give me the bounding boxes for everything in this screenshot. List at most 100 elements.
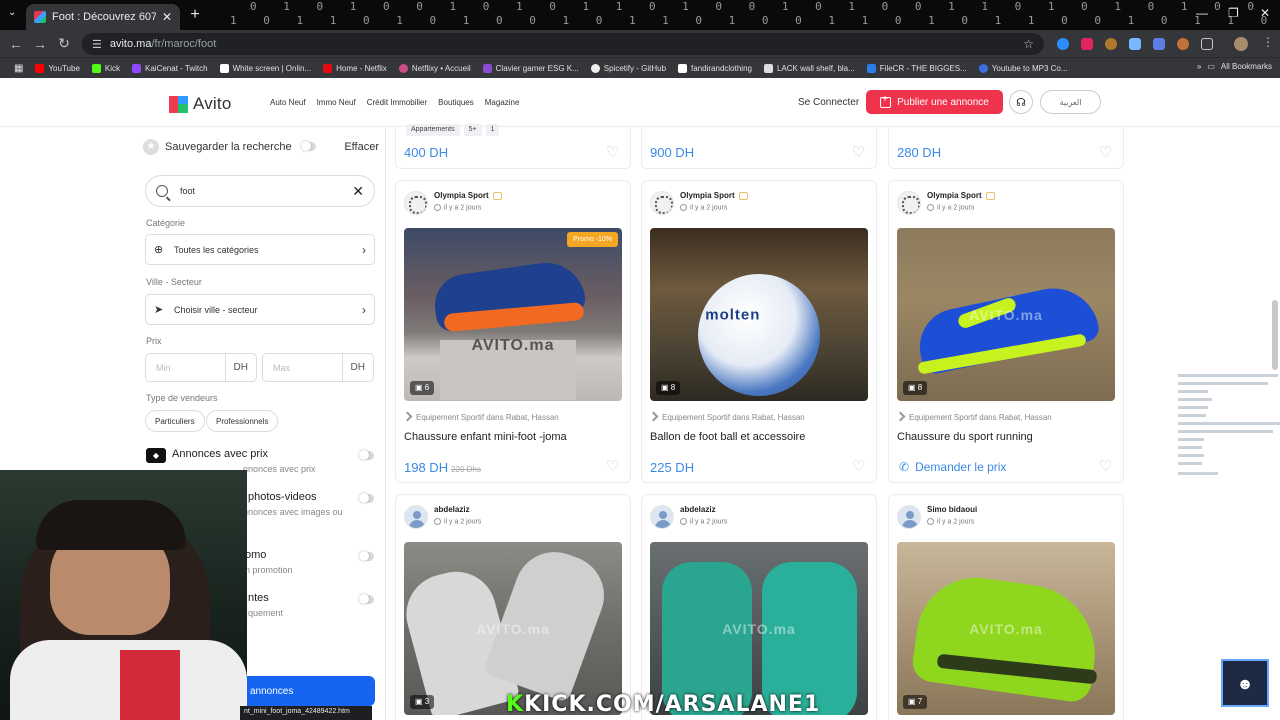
- seller-info[interactable]: Olympia Sport il y a 2 jours: [897, 191, 995, 215]
- extension-icon[interactable]: [1081, 38, 1093, 50]
- close-tab-icon[interactable]: ✕: [162, 10, 172, 24]
- favorite-heart-icon[interactable]: ♡: [606, 459, 622, 474]
- listing-photo[interactable]: AVITO.ma ▣ 8: [897, 228, 1115, 401]
- back-icon[interactable]: ←: [4, 36, 28, 52]
- minimize-icon[interactable]: —: [1196, 6, 1208, 20]
- category-select[interactable]: ⊕ Toutes les catégories ›: [145, 234, 375, 265]
- seller-info[interactable]: Olympia Sport il y a 2 jours: [650, 191, 748, 215]
- extension-icon[interactable]: [1129, 38, 1141, 50]
- price-max-input[interactable]: Max DH: [262, 353, 374, 382]
- all-bookmarks[interactable]: » ▭ All Bookmarks: [1197, 62, 1272, 71]
- bookmark-star-icon[interactable]: ☆: [1023, 37, 1034, 51]
- bookmark-netflixy[interactable]: Netflixy • Accueil: [393, 63, 477, 73]
- favorite-heart-icon[interactable]: ♡: [852, 145, 868, 160]
- listing-title[interactable]: Chaussure enfant mini-foot -joma: [404, 431, 567, 443]
- extra-toggle[interactable]: [359, 594, 374, 604]
- city-select[interactable]: ➤ Choisir ville - secteur ›: [145, 294, 375, 325]
- listing-photo[interactable]: AVITO.ma ▣ 3: [404, 542, 622, 715]
- page-scrollbar[interactable]: [1272, 300, 1278, 370]
- bookmark-filecr[interactable]: FileCR - THE BIGGES...: [861, 63, 973, 73]
- extension-icon[interactable]: [1057, 38, 1069, 50]
- bookmark-youtube[interactable]: YouTube: [29, 63, 85, 73]
- support-headset-button[interactable]: ☊: [1009, 90, 1033, 114]
- bookmark-clavier[interactable]: Clavier gamer ESG K...: [477, 63, 585, 73]
- avito-favicon-icon: [34, 11, 46, 23]
- location-arrow-icon: [895, 411, 906, 422]
- bookmark-netflix[interactable]: Home - Netflix: [317, 63, 393, 73]
- favorite-heart-icon[interactable]: ♡: [606, 145, 622, 160]
- seller-info[interactable]: abdelaziz il y a 2 jours: [650, 505, 727, 529]
- ask-price-link[interactable]: ✆ Demander le prix: [899, 460, 1006, 474]
- seller-info[interactable]: Olympia Sport il y a 2 jours: [404, 191, 502, 215]
- extension-icon[interactable]: [1177, 38, 1189, 50]
- login-link[interactable]: Se Connecter: [798, 97, 859, 108]
- listing-card[interactable]: Olympia Sport il y a 2 jours AVITO.ma ▣ …: [888, 180, 1124, 483]
- chip-particuliers[interactable]: Particuliers: [145, 410, 205, 432]
- show-ads-button[interactable]: annonces: [236, 676, 375, 706]
- language-switch-button[interactable]: العربية: [1040, 90, 1101, 114]
- listing-photo[interactable]: AVITO.ma Promo -10% ▣ 6: [404, 228, 622, 401]
- favorite-heart-icon[interactable]: ♡: [1099, 145, 1115, 160]
- listing-card-prev[interactable]: 900 DH ♡: [641, 127, 877, 169]
- listing-card-prev[interactable]: 280 DH ♡: [888, 127, 1124, 169]
- save-search-toggle[interactable]: [301, 141, 316, 151]
- phone-icon: ✆: [899, 460, 910, 474]
- extensions-puzzle-icon[interactable]: [1201, 38, 1213, 50]
- nav-immo-neuf[interactable]: Immo Neuf: [317, 98, 356, 107]
- bookmarks-bar: ▦ YouTube Kick KaiCenat - Twitch White s…: [0, 57, 1280, 78]
- bookmark-white-screen[interactable]: White screen | Onlin...: [214, 63, 318, 73]
- listing-title[interactable]: Ballon de foot ball et accessoire: [650, 431, 805, 443]
- listing-card[interactable]: abdelaziz il y a 2 jours AVITO.ma: [641, 494, 877, 720]
- clear-filters-link[interactable]: Effacer: [344, 141, 379, 153]
- nav-magazine[interactable]: Magazine: [485, 98, 520, 107]
- top-nav: Auto Neuf Immo Neuf Crédit Immobilier Bo…: [270, 98, 530, 107]
- tab-search-icon[interactable]: ⌄: [8, 7, 16, 18]
- search-input[interactable]: foot ✕: [145, 175, 375, 207]
- favorite-heart-icon[interactable]: ♡: [852, 459, 868, 474]
- photos-videos-toggle[interactable]: [359, 493, 374, 503]
- extension-icon[interactable]: [1153, 38, 1165, 50]
- publish-ad-button[interactable]: Publier une annonce: [866, 90, 1003, 114]
- listing-card[interactable]: Simo bidaoui il y a 2 jours AVITO.ma ▣ 7: [888, 494, 1124, 720]
- clear-search-icon[interactable]: ✕: [352, 183, 364, 200]
- bookmark-spicetify[interactable]: Spicetify - GitHub: [585, 63, 672, 73]
- listing-photo[interactable]: molten ▣ 8: [650, 228, 868, 401]
- listing-photo[interactable]: AVITO.ma: [650, 542, 868, 715]
- listing-title[interactable]: Chaussure du sport running: [897, 431, 1033, 443]
- reload-icon[interactable]: ↻: [52, 35, 76, 52]
- bookmark-fandirand[interactable]: fandirandclothing: [672, 63, 758, 73]
- avito-logo[interactable]: Avito: [169, 94, 232, 114]
- bookmark-lack-shelf[interactable]: LACK wall shelf, bla...: [758, 63, 861, 73]
- bookmark-kick[interactable]: Kick: [86, 63, 126, 73]
- new-tab-button[interactable]: +: [186, 6, 204, 24]
- listing-card[interactable]: abdelaziz il y a 2 jours AVITO.ma ▣ 3: [395, 494, 631, 720]
- close-window-icon[interactable]: ✕: [1260, 6, 1270, 20]
- price-min-input[interactable]: Min DH: [145, 353, 257, 382]
- listing-card[interactable]: Olympia Sport il y a 2 jours AVITO.ma Pr…: [395, 180, 631, 483]
- page-icon: [763, 63, 773, 73]
- site-info-icon[interactable]: ☰: [92, 38, 102, 51]
- listing-card-prev[interactable]: Appartements 5+ 1 400 DH ♡: [395, 124, 631, 169]
- browser-menu-icon[interactable]: ⋮: [1262, 35, 1274, 49]
- browser-tab-active[interactable]: Foot : Découvrez 607 annonces ✕: [26, 4, 180, 30]
- apps-grid-icon[interactable]: ▦: [8, 63, 29, 74]
- promo-toggle[interactable]: [359, 551, 374, 561]
- favorite-heart-icon[interactable]: ♡: [1099, 459, 1115, 474]
- nav-credit-immobilier[interactable]: Crédit Immobilier: [367, 98, 427, 107]
- listing-photo[interactable]: AVITO.ma ▣ 7: [897, 542, 1115, 715]
- listing-card[interactable]: Olympia Sport il y a 2 jours molten ▣ 8 …: [641, 180, 877, 483]
- restore-icon[interactable]: ❐: [1228, 6, 1239, 20]
- extension-icon[interactable]: [1105, 38, 1117, 50]
- nav-auto-neuf[interactable]: Auto Neuf: [270, 98, 306, 107]
- forward-icon[interactable]: →: [28, 36, 52, 52]
- profile-avatar[interactable]: [1234, 37, 1248, 51]
- nav-boutiques[interactable]: Boutiques: [438, 98, 474, 107]
- bookmark-yt-mp3[interactable]: Youtube to MP3 Co...: [973, 63, 1074, 73]
- bookmark-twitch[interactable]: KaiCenat - Twitch: [126, 63, 214, 73]
- with-price-toggle[interactable]: [359, 450, 374, 460]
- address-bar[interactable]: ☰ avito.ma/fr/maroc/foot ☆: [82, 33, 1044, 55]
- chat-line: [1178, 374, 1278, 377]
- seller-info[interactable]: abdelaziz il y a 2 jours: [404, 505, 481, 529]
- chip-professionnels[interactable]: Professionnels: [206, 410, 279, 432]
- seller-info[interactable]: Simo bidaoui il y a 2 jours: [897, 505, 977, 529]
